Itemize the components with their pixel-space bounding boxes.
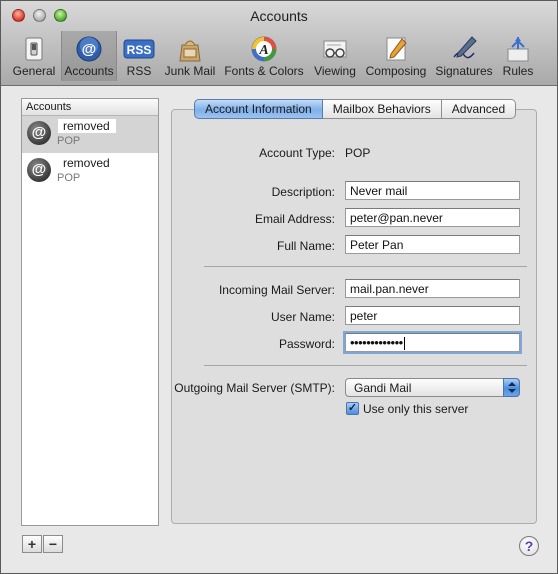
popup-arrows-icon — [503, 378, 520, 397]
titlebar: Accounts General @ Accounts RSS RSS Junk… — [1, 1, 557, 86]
rss-icon: RSS — [123, 39, 155, 59]
toolbar-viewing[interactable]: Viewing — [310, 31, 360, 81]
smtp-server-select[interactable]: Gandi Mail — [345, 378, 520, 397]
svg-text:@: @ — [82, 41, 97, 58]
help-button[interactable]: ? — [519, 536, 539, 556]
signature-pen-icon — [453, 36, 477, 59]
tab-mailbox-behaviors[interactable]: Mailbox Behaviors — [322, 99, 442, 119]
add-account-button[interactable]: + — [22, 535, 42, 553]
toolbar-junk-mail[interactable]: Junk Mail — [162, 31, 218, 81]
smtp-server-label: Outgoing Mail Server (SMTP): — [174, 381, 335, 395]
user-name-label: User Name: — [270, 310, 335, 324]
remove-account-button[interactable]: − — [43, 535, 63, 553]
section-divider — [204, 365, 527, 366]
use-only-this-server-checkbox[interactable]: ✓ — [346, 402, 359, 415]
password-masked-value: ••••••••••••• — [350, 335, 403, 350]
toolbar-composing[interactable]: Composing — [363, 31, 429, 81]
account-type: POP — [57, 172, 81, 184]
full-name-label: Full Name: — [276, 239, 335, 253]
use-only-this-server-label: Use only this server — [363, 402, 469, 416]
fonts-colors-icon: A — [251, 36, 277, 62]
description-field[interactable]: Never mail — [345, 181, 520, 200]
pencil-paper-icon — [386, 37, 407, 61]
mail-account-icon: @ — [27, 121, 51, 145]
password-label: Password: — [278, 337, 335, 351]
section-divider — [204, 266, 527, 267]
text-caret — [403, 337, 405, 351]
user-name-field[interactable]: peter — [345, 306, 520, 325]
account-type-label: Account Type: — [259, 146, 335, 160]
email-address-field[interactable]: peter@pan.never — [345, 208, 520, 227]
toolbar-fonts-colors[interactable]: A Fonts & Colors — [221, 31, 307, 81]
accounts-list: Accounts @ removed POP @ removed POP — [21, 98, 159, 526]
toolbar-accounts[interactable]: @ Accounts — [61, 31, 117, 81]
light-switch-icon — [25, 37, 43, 61]
toolbar-rss[interactable]: RSS RSS — [118, 31, 160, 81]
at-sign-icon: @ — [76, 36, 102, 62]
accounts-list-header: Accounts — [22, 99, 158, 116]
email-address-label: Email Address: — [254, 212, 335, 226]
full-name-field[interactable]: Peter Pan — [345, 235, 520, 254]
account-type: POP — [57, 135, 81, 147]
svg-text:RSS: RSS — [127, 43, 152, 57]
account-name: removed — [58, 156, 116, 170]
svg-text:A: A — [258, 43, 268, 58]
tab-advanced[interactable]: Advanced — [441, 99, 517, 119]
window-title: Accounts — [250, 8, 308, 24]
description-label: Description: — [271, 185, 335, 199]
account-type-value: POP — [345, 146, 371, 160]
junk-mail-bag-icon — [179, 40, 201, 62]
account-name: removed — [58, 119, 116, 133]
smtp-server-value: Gandi Mail — [354, 381, 412, 395]
tab-bar: Account Information Mailbox Behaviors Ad… — [194, 99, 517, 119]
tab-account-information[interactable]: Account Information — [194, 99, 323, 119]
eyeglasses-icon — [323, 40, 347, 58]
incoming-mail-server-label: Incoming Mail Server: — [218, 283, 335, 297]
toolbar-general[interactable]: General — [8, 31, 60, 81]
toolbar-rules[interactable]: Rules — [498, 31, 538, 81]
account-row[interactable]: @ removed POP — [22, 153, 158, 190]
mail-account-icon: @ — [27, 158, 51, 182]
rules-arrows-icon — [507, 37, 529, 62]
accounts-window: Accounts General @ Accounts RSS RSS Junk… — [0, 0, 558, 574]
toolbar-signatures[interactable]: Signatures — [433, 31, 495, 81]
account-row[interactable]: @ removed POP — [22, 116, 158, 153]
password-field[interactable]: ••••••••••••• — [345, 333, 520, 352]
incoming-mail-server-field[interactable]: mail.pan.never — [345, 279, 520, 298]
